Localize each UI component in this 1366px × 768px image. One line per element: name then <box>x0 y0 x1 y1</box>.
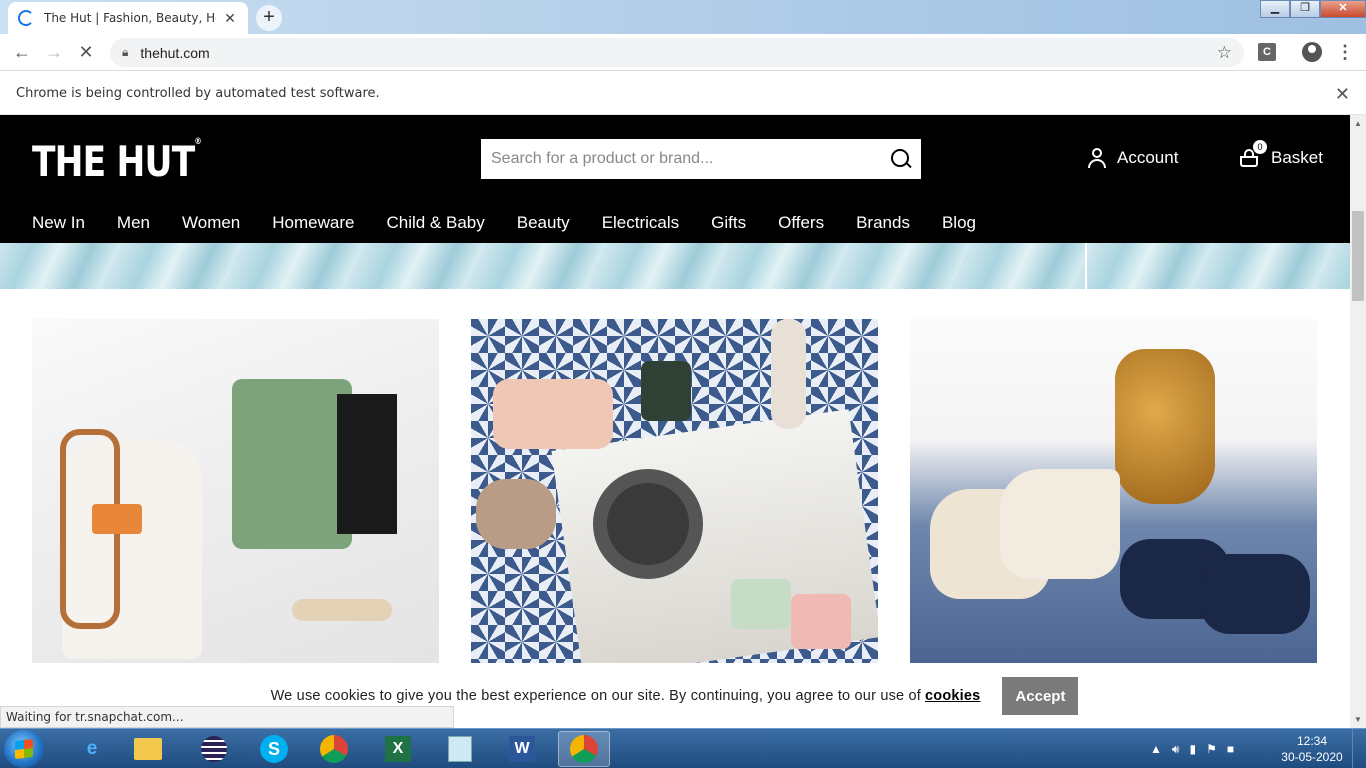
scroll-up-arrow-icon[interactable]: ▲ <box>1354 119 1362 128</box>
search-input[interactable] <box>481 139 881 179</box>
orange-bag-image <box>92 504 142 534</box>
chrome-icon[interactable] <box>308 731 360 767</box>
action-center-icon[interactable]: ⚑ <box>1206 742 1217 756</box>
site-header: THE HUT® Account 0 Basket New In Men Wom… <box>0 115 1350 243</box>
hero-banner[interactable] <box>0 243 1350 289</box>
logo-text: THE HUT <box>32 137 195 186</box>
nav-electricals[interactable]: Electricals <box>602 213 679 233</box>
banner-divider <box>1085 243 1087 289</box>
lock-icon[interactable]: 🔒︎ <box>122 45 128 60</box>
nav-new-in[interactable]: New In <box>32 213 85 233</box>
file-explorer-icon[interactable] <box>122 731 174 767</box>
wedge-sandal-right-image <box>1000 469 1120 579</box>
cookies-link[interactable]: cookies <box>925 688 980 704</box>
internet-explorer-icon[interactable]: e <box>66 731 118 767</box>
product-card-shoes-home[interactable] <box>910 319 1317 663</box>
hey-cup-image <box>641 361 691 421</box>
clock-date: 30-05-2020 <box>1281 750 1343 764</box>
profile-icon[interactable] <box>1302 42 1322 62</box>
tab-close-icon[interactable]: ✕ <box>222 10 238 27</box>
skype-icon[interactable]: S <box>248 731 300 767</box>
nav-gifts[interactable]: Gifts <box>711 213 746 233</box>
cookie-message: We use cookies to give you the best expe… <box>270 688 922 704</box>
show-desktop-button[interactable] <box>1352 729 1366 768</box>
clock-time: 12:34 <box>1296 734 1328 748</box>
search-icon[interactable] <box>881 139 921 179</box>
maximize-button[interactable]: ❐ <box>1290 0 1320 18</box>
black-shorts-image <box>337 394 397 534</box>
nav-brands[interactable]: Brands <box>856 213 910 233</box>
slider-right-image <box>1200 554 1310 634</box>
toy-elephant-image <box>476 479 556 549</box>
stop-loading-icon[interactable]: ✕ <box>70 42 102 63</box>
automation-infobar: Chrome is being controlled by automated … <box>0 72 1366 115</box>
nav-women[interactable]: Women <box>182 213 240 233</box>
scroll-down-arrow-icon[interactable]: ▼ <box>1354 715 1362 724</box>
product-card-kids-homeware[interactable] <box>471 319 878 663</box>
volume-icon[interactable]: 🔊︎ <box>1172 742 1180 757</box>
main-navigation: New In Men Women Homeware Child & Baby B… <box>32 213 976 233</box>
browser-tab[interactable]: The Hut | Fashion, Beauty, Home ✕ <box>8 2 248 34</box>
scroll-thumb[interactable] <box>1352 211 1364 301</box>
green-shirt-image <box>232 379 352 549</box>
window-controls: ▁ ❐ ✕ <box>1260 0 1366 18</box>
food-box-image <box>493 379 613 449</box>
nav-offers[interactable]: Offers <box>778 213 824 233</box>
nav-child-baby[interactable]: Child & Baby <box>386 213 484 233</box>
infobar-text: Chrome is being controlled by automated … <box>16 85 380 101</box>
account-link[interactable]: Account <box>1088 148 1178 168</box>
excel-icon[interactable]: X <box>372 731 424 767</box>
accept-cookies-button[interactable]: Accept <box>1002 677 1079 715</box>
loading-spinner-icon <box>18 10 34 26</box>
url-text[interactable]: thehut.com <box>140 45 1216 61</box>
espadrilles-image <box>292 599 392 621</box>
nav-homeware[interactable]: Homeware <box>272 213 354 233</box>
veggies-box-image <box>731 579 791 629</box>
taskbar-clock[interactable]: 12:34 30-05-2020 <box>1280 733 1344 765</box>
back-arrow-icon[interactable]: ← <box>6 42 38 63</box>
plate-image <box>593 469 703 579</box>
page-scrollbar[interactable]: ▲ ▼ <box>1350 115 1366 728</box>
minimize-button[interactable]: ▁ <box>1260 0 1290 18</box>
window-close-button[interactable]: ✕ <box>1320 0 1366 18</box>
eclipse-icon[interactable] <box>188 731 240 767</box>
extension-icon[interactable]: C <box>1258 43 1276 61</box>
basket-link[interactable]: Basket <box>1238 148 1323 168</box>
word-icon[interactable]: W <box>496 731 548 767</box>
product-card-fashion[interactable] <box>32 319 439 663</box>
status-bubble: Waiting for tr.snapchat.com... <box>0 706 454 728</box>
basket-label: Basket <box>1271 148 1323 167</box>
nav-beauty[interactable]: Beauty <box>517 213 570 233</box>
address-bar[interactable]: 🔒︎ thehut.com ☆ <box>110 38 1244 67</box>
browser-toolbar: ← → ✕ 🔒︎ thehut.com ☆ C ⋮ <box>0 34 1366 71</box>
nav-men[interactable]: Men <box>117 213 150 233</box>
nav-blog[interactable]: Blog <box>942 213 976 233</box>
windows-taskbar: e S X W ▲ 🔊︎ ▮ ⚑ ■ 12:34 30-05-2020 <box>0 728 1366 768</box>
start-button[interactable] <box>4 730 44 768</box>
chrome-active-icon[interactable] <box>558 731 610 767</box>
bookmark-star-icon[interactable]: ☆ <box>1217 43 1232 63</box>
kebab-menu-icon[interactable]: ⋮ <box>1336 42 1354 63</box>
system-tray: ▲ 🔊︎ ▮ ⚑ ■ <box>1150 729 1234 768</box>
gold-vase-image <box>1115 349 1215 504</box>
forward-arrow-icon[interactable]: → <box>38 42 70 63</box>
logo-trademark: ® <box>194 137 201 147</box>
show-hidden-icons-icon[interactable]: ▲ <box>1150 742 1162 756</box>
user-icon <box>1088 148 1106 168</box>
bottle-image <box>771 319 806 429</box>
browser-tab-strip: The Hut | Fashion, Beauty, Home ✕ + ▁ ❐ … <box>0 0 1366 34</box>
network-icon[interactable]: ▮ <box>1189 742 1196 756</box>
basket-icon <box>1238 148 1260 168</box>
tray-app-icon[interactable]: ■ <box>1227 742 1234 756</box>
search-bar <box>481 139 921 179</box>
account-label: Account <box>1117 148 1179 167</box>
site-logo[interactable]: THE HUT® <box>32 137 202 186</box>
tab-title: The Hut | Fashion, Beauty, Home <box>44 11 216 25</box>
goodies-box-image <box>791 594 851 649</box>
notepad-icon[interactable] <box>434 731 486 767</box>
new-tab-button[interactable]: + <box>256 5 282 31</box>
infobar-close-icon[interactable]: ✕ <box>1335 84 1350 105</box>
